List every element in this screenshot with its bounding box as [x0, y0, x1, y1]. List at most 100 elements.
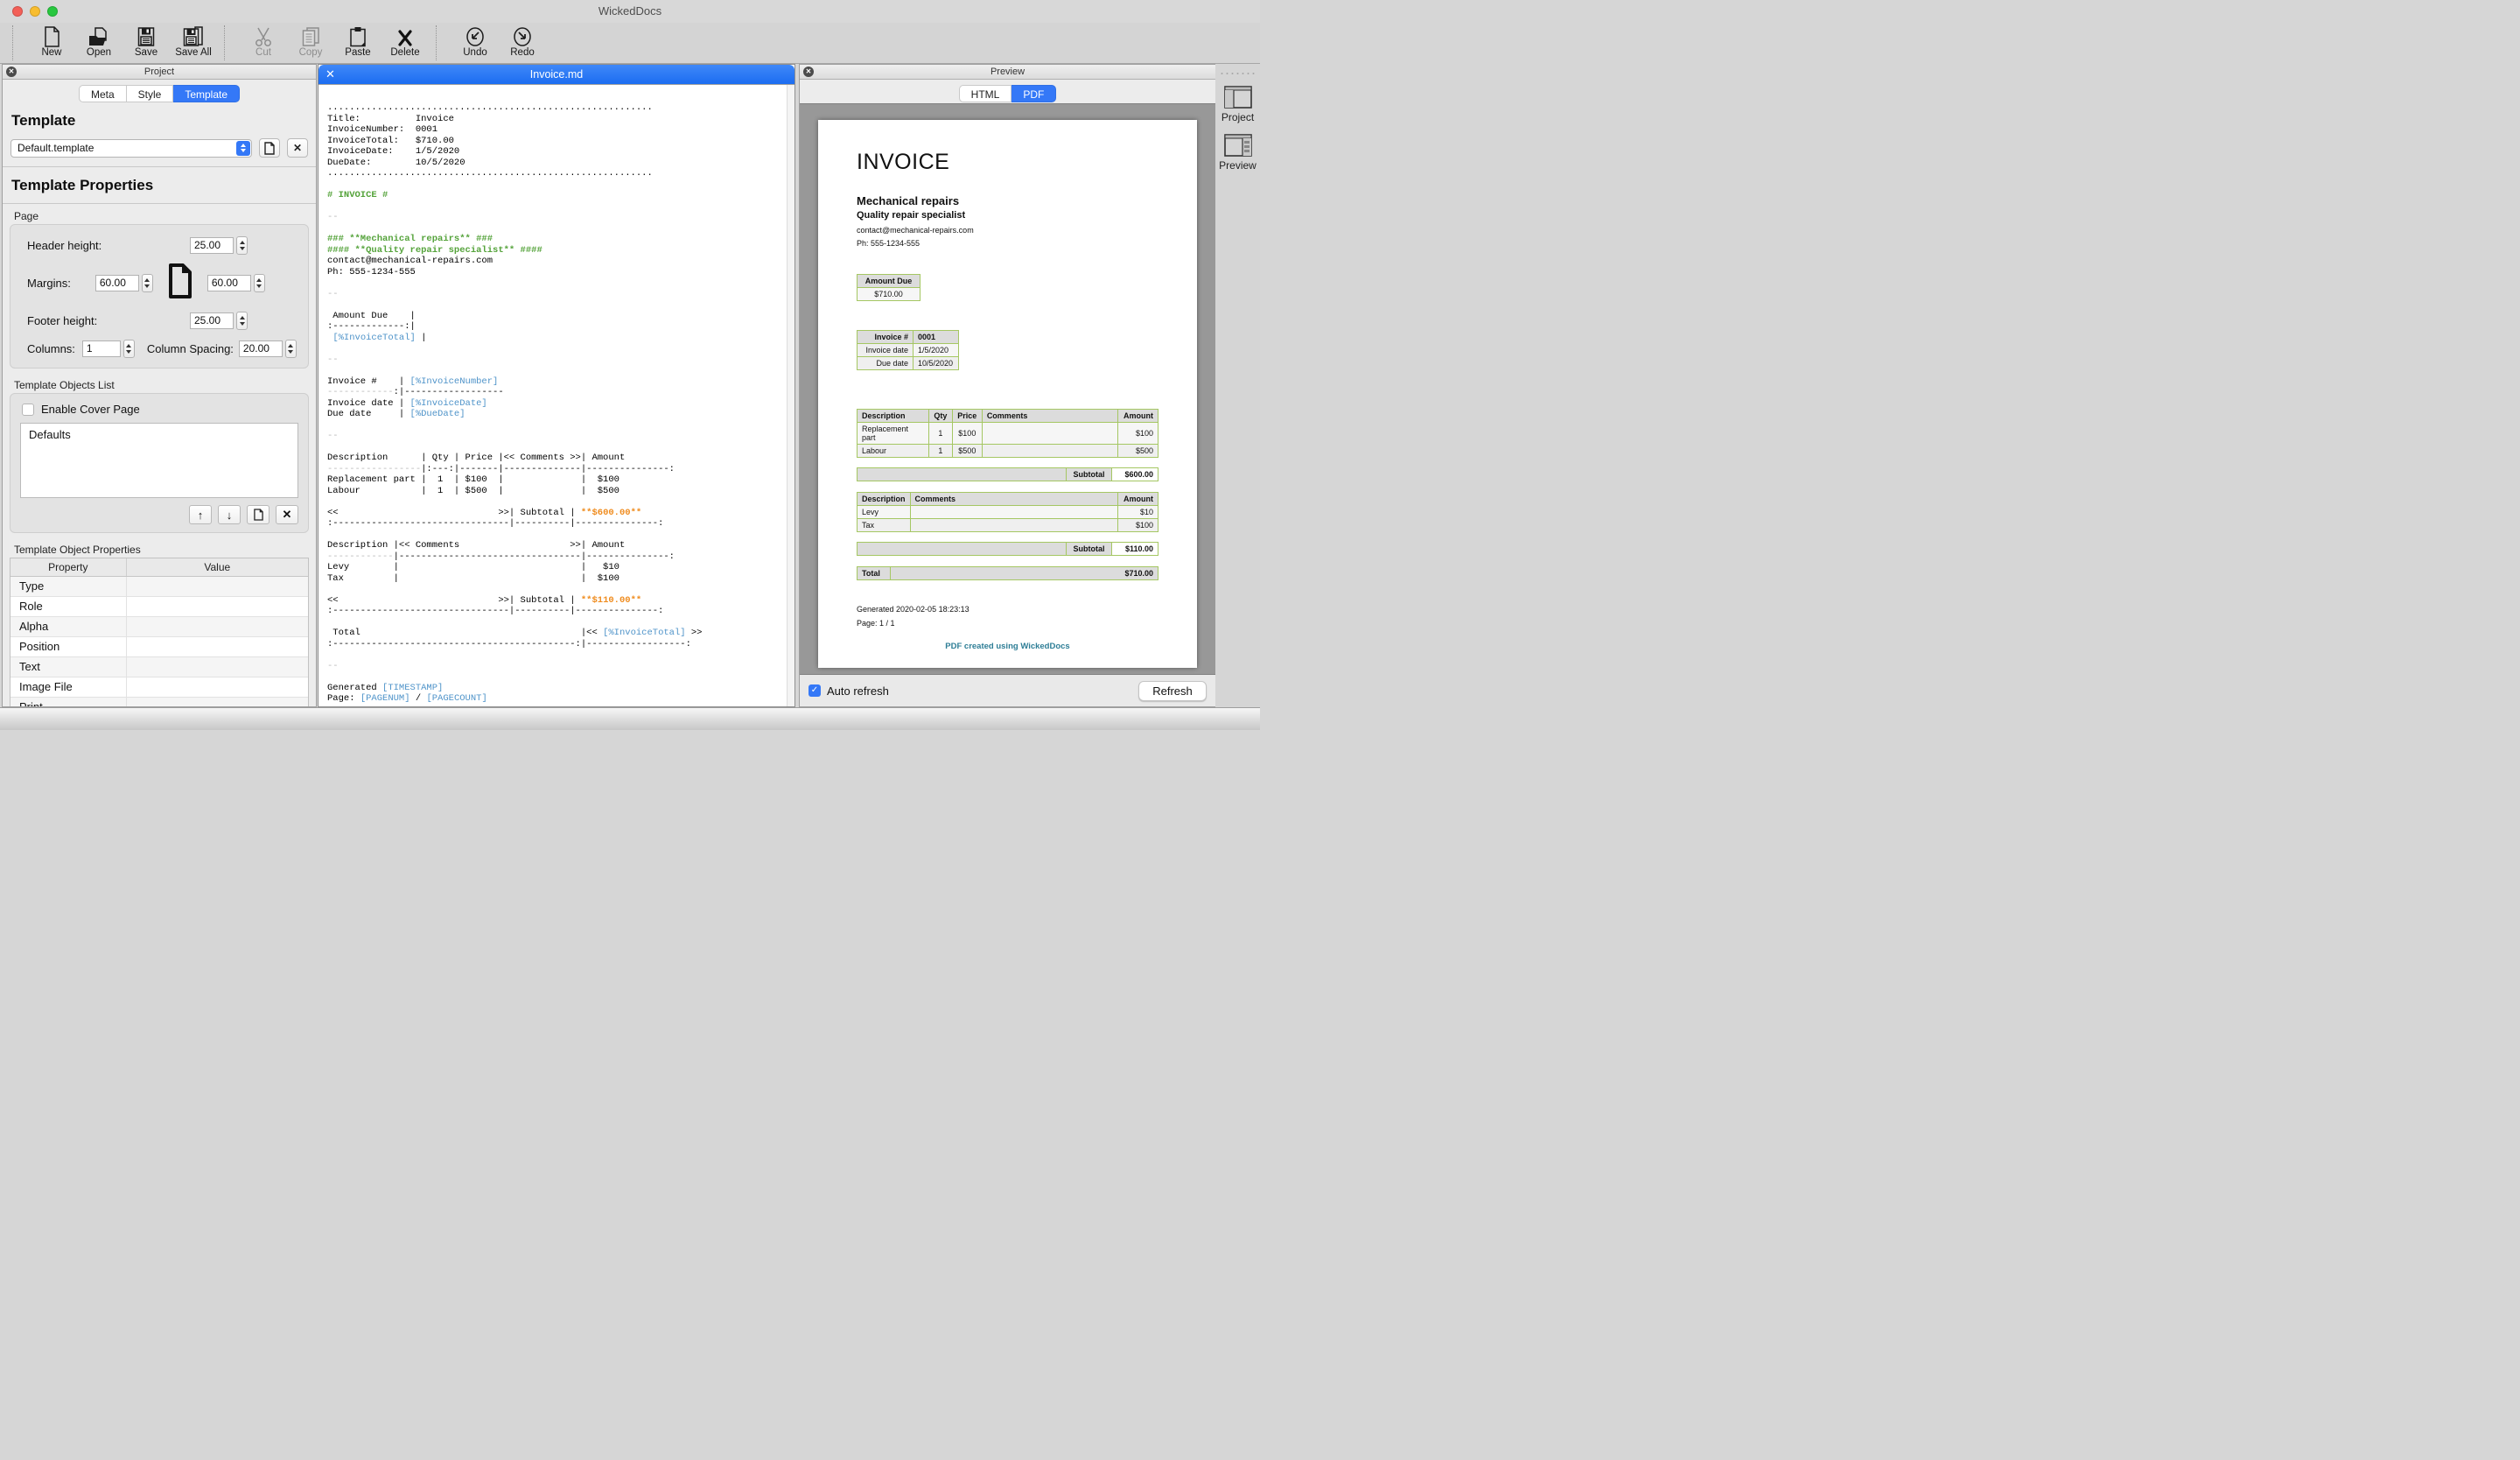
zoom-window-icon[interactable] [47, 6, 58, 17]
editor-line: Page: [PAGENUM] / [PAGECOUNT] [327, 693, 787, 705]
tab-pdf[interactable]: PDF [1012, 85, 1056, 102]
delete-button[interactable]: Delete [386, 25, 424, 58]
template-heading: Template [11, 112, 316, 130]
table-row[interactable]: Position [10, 637, 308, 657]
delete-object-button[interactable]: ✕ [276, 505, 298, 524]
markdown-editor[interactable]: ........................................… [318, 85, 787, 706]
list-item[interactable]: Defaults [29, 428, 290, 441]
delete-template-button[interactable]: ✕ [287, 138, 308, 158]
template-objects-listbox[interactable]: Defaults [20, 423, 298, 498]
margin-left-stepper[interactable] [142, 274, 153, 292]
redo-button[interactable]: Redo [503, 25, 542, 58]
margin-right-input[interactable]: 60.00 [207, 275, 251, 291]
editor-line [327, 201, 787, 213]
property-column-header[interactable]: Property [10, 558, 127, 576]
editor-titlebar[interactable]: ✕ Invoice.md [318, 65, 794, 85]
table-row[interactable]: Image File [10, 677, 308, 698]
editor-line: ........................................… [327, 168, 787, 179]
move-down-button[interactable]: ↓ [218, 505, 241, 524]
table-row[interactable]: Alpha [10, 617, 308, 637]
tab-template[interactable]: Template [173, 85, 240, 102]
template-select[interactable]: Default.template [10, 139, 252, 158]
header-height-input[interactable]: 25.00 [190, 237, 234, 254]
new-object-button[interactable] [247, 505, 270, 524]
editor-line: -- [327, 661, 787, 672]
auto-refresh-checkbox[interactable]: ✓ [808, 684, 821, 697]
column-spacing-stepper[interactable] [285, 340, 297, 358]
value-column-header[interactable]: Value [127, 558, 308, 576]
editor-line [327, 365, 787, 376]
table-row[interactable]: Type [10, 577, 308, 597]
open-button[interactable]: Open [80, 25, 118, 58]
toolbar-separator [436, 25, 444, 60]
delete-x-icon [396, 25, 414, 47]
close-window-icon[interactable] [12, 6, 23, 17]
property-value-cell[interactable] [127, 617, 308, 636]
close-icon[interactable]: ✕ [6, 67, 17, 77]
editor-line: Total |<< [%InvoiceTotal] >> [327, 628, 787, 639]
editor-line: Labour | 1 | $500 | | $500 [327, 486, 787, 497]
new-template-button[interactable] [259, 138, 280, 158]
editor-scrollbar[interactable] [787, 85, 794, 706]
window-titlebar[interactable]: WickedDocs [0, 0, 1260, 23]
save-all-button[interactable]: Save All [174, 25, 213, 58]
minimize-window-icon[interactable] [30, 6, 40, 17]
undo-button[interactable]: Undo [456, 25, 494, 58]
dock-item-label: Project [1215, 111, 1260, 123]
margins-label: Margins: [27, 277, 71, 290]
table-row[interactable]: Text [10, 657, 308, 677]
dock-handle[interactable] [1221, 71, 1255, 75]
save-button[interactable]: Save [127, 25, 165, 58]
scissors-icon [254, 25, 273, 47]
footer-height-stepper[interactable] [236, 312, 248, 330]
page-shape-icon [167, 263, 193, 304]
editor-line: Invoice date | [%InvoiceDate] [327, 398, 787, 410]
tab-html[interactable]: HTML [959, 85, 1012, 102]
margin-right-stepper[interactable] [254, 274, 265, 292]
copy-icon [301, 25, 320, 47]
tab-meta[interactable]: Meta [79, 85, 127, 102]
close-icon[interactable]: ✕ [803, 67, 814, 77]
columns-stepper[interactable] [123, 340, 135, 358]
table-row[interactable]: Role [10, 597, 308, 617]
columns-input[interactable]: 1 [82, 340, 121, 357]
editor-line [327, 617, 787, 628]
property-value-cell[interactable] [127, 677, 308, 697]
open-folder-icon [88, 25, 109, 47]
property-value-cell[interactable] [127, 637, 308, 656]
enable-cover-page-checkbox[interactable] [22, 404, 34, 416]
main-area: ✕ Project MetaStyleTemplate Template Def… [0, 64, 1260, 707]
editor-line: InvoiceDate: 1/5/2020 [327, 146, 787, 158]
table-row: Levy $10 [858, 506, 1158, 519]
move-up-button[interactable]: ↑ [189, 505, 212, 524]
table-row[interactable]: Print [10, 698, 308, 707]
paste-button[interactable]: Paste [339, 25, 377, 58]
close-icon[interactable]: ✕ [326, 65, 335, 84]
dock-item-project[interactable]: Project [1215, 86, 1260, 123]
window-title: WickedDocs [0, 0, 1260, 23]
refresh-button[interactable]: Refresh [1138, 681, 1207, 701]
column-spacing-input[interactable]: 20.00 [239, 340, 283, 357]
editor-line [327, 420, 787, 432]
editor-line [327, 343, 787, 354]
auto-refresh-label: Auto refresh [827, 684, 889, 698]
property-name-cell: Alpha [10, 617, 127, 636]
header-height-stepper[interactable] [236, 236, 248, 255]
margin-left-input[interactable]: 60.00 [95, 275, 139, 291]
objects-list-label: Template Objects List [14, 379, 316, 391]
editor-line [327, 277, 787, 289]
property-value-cell[interactable] [127, 657, 308, 677]
company-phone: Ph: 555-1234-555 [857, 239, 1158, 248]
new-button[interactable]: New [32, 25, 71, 58]
editor-line: << >>| Subtotal | **$600.00** [327, 508, 787, 519]
property-value-cell[interactable] [127, 698, 308, 707]
dock-item-preview[interactable]: Preview [1215, 134, 1260, 172]
pdf-viewport[interactable]: INVOICE Mechanical repairs Quality repai… [800, 103, 1215, 675]
toolbar-separator [12, 25, 21, 60]
tab-style[interactable]: Style [127, 85, 174, 102]
footer-height-input[interactable]: 25.00 [190, 312, 234, 329]
property-value-cell[interactable] [127, 597, 308, 616]
property-value-cell[interactable] [127, 577, 308, 596]
editor-line [327, 179, 787, 191]
editor-line [327, 223, 787, 235]
